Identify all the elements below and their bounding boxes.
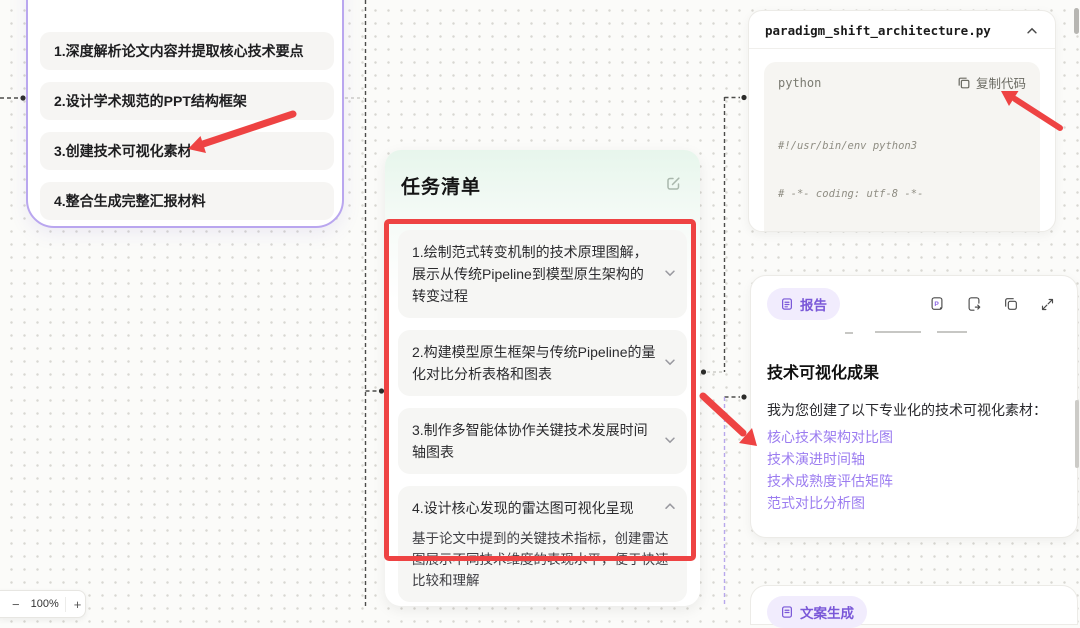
chevron-down-icon[interactable] — [663, 355, 677, 374]
code-filename: paradigm_shift_architecture.py — [765, 23, 991, 38]
link-paradigm-comparison[interactable]: 范式对比分析图 — [767, 492, 1061, 514]
report-intro-text: 我为您创建了以下专业化的技术可视化素材： — [767, 402, 1047, 418]
task-item-label: 1.绘制范式转变机制的技术原理图解，展示从传统Pipeline到模型原生架构的转… — [412, 244, 648, 304]
report-doc-icon — [780, 297, 794, 311]
zoom-in-button[interactable]: + — [64, 596, 87, 612]
task-item-2[interactable]: 2.构建模型原生框架与传统Pipeline的量化对比分析表格和图表 — [398, 330, 687, 396]
task-item-label: 3.制作多智能体协作关键技术发展时间轴图表 — [412, 422, 648, 460]
report-panel: 报告 P 技术可视化成果 我为您创建了以下专业化的技术可视化素材： 核心技术架构… — [750, 275, 1078, 538]
link-evolution-timeline[interactable]: 技术演进时间轴 — [767, 448, 1061, 470]
chevron-down-icon[interactable] — [663, 266, 677, 285]
report-scrollbar-thumb[interactable] — [1075, 400, 1079, 468]
code-content: #!/usr/bin/env python3 # -*- coding: utf… — [778, 140, 924, 200]
chevron-up-icon[interactable] — [663, 499, 677, 518]
expand-icon[interactable] — [1040, 297, 1055, 312]
copy-code-label: 复制代码 — [975, 77, 1026, 91]
task-item-3[interactable]: 3.制作多智能体协作关键技术发展时间轴图表 — [398, 408, 687, 474]
collapse-chevron-up-icon[interactable] — [1025, 24, 1039, 38]
report-badge-label: 报告 — [800, 298, 827, 313]
plan-steps-card: 1.深度解析论文内容并提取核心技术要点 2.设计学术规范的PPT结构框架 3.创… — [26, 0, 344, 228]
plan-step-2: 2.设计学术规范的PPT结构框架 — [40, 82, 334, 120]
task-list-title: 任务清单 — [401, 177, 482, 198]
zoom-out-button[interactable]: − — [7, 597, 25, 612]
report-heading-visualization: 技术可视化成果 — [767, 365, 880, 382]
task-item-4[interactable]: 4.设计核心发现的雷达图可视化呈现 基于论文中提到的关键技术指标，创建雷达图展示… — [398, 486, 687, 602]
copy-icon[interactable] — [1003, 296, 1019, 312]
plan-step-1: 1.深度解析论文内容并提取核心技术要点 — [40, 32, 334, 70]
content-generation-badge: 文案生成 — [767, 596, 867, 628]
code-file-panel: paradigm_shift_architecture.py python 复制… — [748, 10, 1056, 232]
task-item-label: 2.构建模型原生框架与传统Pipeline的量化对比分析表格和图表 — [412, 344, 656, 382]
scrolled-text-fragment — [845, 329, 975, 335]
page-scrollbar-thumb[interactable] — [1074, 8, 1079, 34]
canvas-zoom-control: − 100% + — [0, 590, 86, 618]
plan-step-3: 3.创建技术可视化素材 — [40, 132, 334, 170]
zoom-level: 100% — [30, 598, 59, 610]
report-badge: 报告 — [767, 288, 840, 320]
export-file-icon[interactable] — [966, 296, 982, 312]
copy-icon — [957, 76, 971, 90]
svg-text:P: P — [934, 301, 939, 308]
task-list-panel: 任务清单 1.绘制范式转变机制的技术原理图解，展示从传统Pipeline到模型原… — [385, 150, 700, 606]
link-architecture-comparison[interactable]: 核心技术架构对比图 — [767, 426, 1061, 448]
copy-code-button[interactable]: 复制代码 — [957, 73, 1026, 92]
doc-icon — [780, 605, 794, 619]
link-maturity-matrix[interactable]: 技术成熟度评估矩阵 — [767, 470, 1061, 492]
task-item-label: 4.设计核心发现的雷达图可视化呈现 — [412, 500, 634, 516]
code-block: python 复制代码 #!/usr/bin/env python3 # -*-… — [764, 62, 1040, 231]
edit-icon[interactable] — [665, 175, 682, 197]
plan-step-4: 4.整合生成完整汇报材料 — [40, 182, 334, 220]
content-generation-panel: 文案生成 — [750, 585, 1078, 628]
task-item-description: 基于论文中提到的关键技术指标，创建雷达图展示不同技术维度的表现水平，便于快速比较… — [412, 531, 669, 588]
code-language-label: python — [778, 75, 822, 90]
content-generation-label: 文案生成 — [800, 606, 854, 621]
export-ppt-icon[interactable]: P — [929, 296, 945, 312]
report-heading-comparison-files: 详细技术对比分析文件 — [767, 536, 1061, 537]
chevron-down-icon[interactable] — [663, 433, 677, 452]
task-item-1[interactable]: 1.绘制范式转变机制的技术原理图解，展示从传统Pipeline到模型原生架构的转… — [398, 230, 687, 318]
